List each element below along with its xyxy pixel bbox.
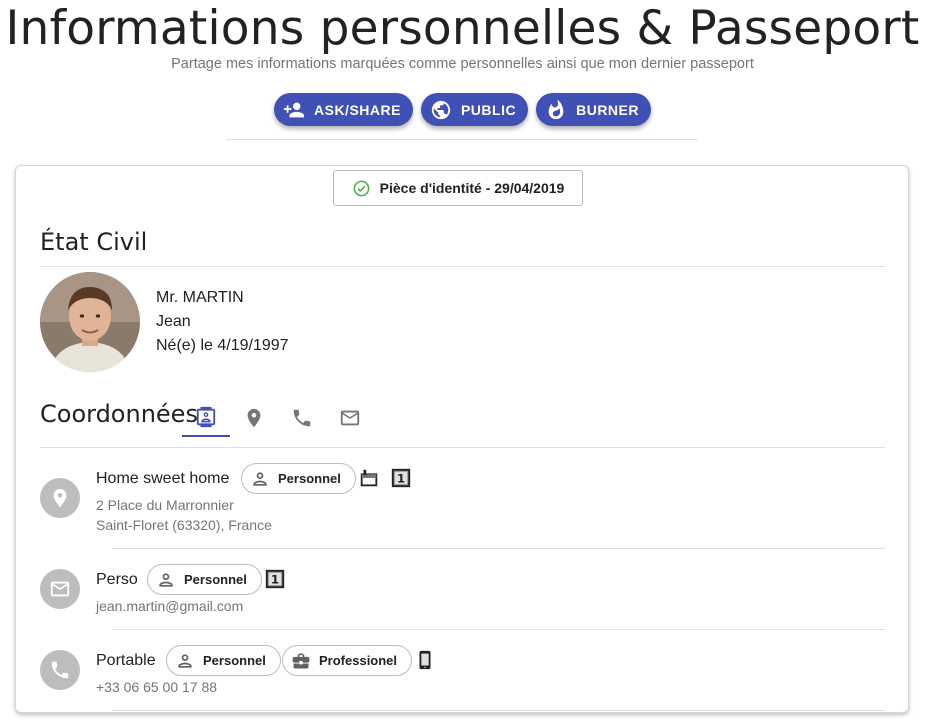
person-add-icon xyxy=(283,102,305,117)
coordonnees-divider xyxy=(40,447,885,448)
identity-first-name: Jean xyxy=(156,313,191,330)
page-title: Informations personnelles & Passeport xyxy=(5,1,920,56)
phone-tag-personnel[interactable]: Personnel xyxy=(166,645,281,676)
person-icon xyxy=(159,572,173,587)
profile-card: Pièce d'identité - 29/04/2019 État Civil… xyxy=(15,165,909,713)
entry-divider xyxy=(112,629,885,630)
tab-contacts[interactable] xyxy=(182,399,230,437)
avatar-photo xyxy=(40,272,140,372)
mail-icon xyxy=(340,410,360,426)
email-value: jean.martin@gmail.com xyxy=(96,598,244,614)
public-button[interactable]: PUBLIC xyxy=(420,93,529,126)
tab-phone[interactable] xyxy=(278,399,326,437)
person-icon xyxy=(253,471,267,486)
contacts-icon xyxy=(196,406,216,428)
entry-divider xyxy=(112,710,885,711)
email-tag-label: Personnel xyxy=(184,572,247,587)
email-entry-icon xyxy=(40,569,80,609)
location-icon xyxy=(247,408,261,428)
phone-title: Portable xyxy=(96,652,156,669)
coordonnees-title: Coordonnées xyxy=(40,400,198,428)
address-entry-icon xyxy=(40,478,80,518)
location-icon xyxy=(53,488,67,508)
entry-divider xyxy=(112,548,885,549)
mail-icon xyxy=(50,581,70,597)
burner-button[interactable]: BURNER xyxy=(536,93,651,126)
check-circle-icon xyxy=(353,180,370,196)
identity-name: Mr. MARTIN xyxy=(156,289,244,306)
tab-mail[interactable] xyxy=(326,399,374,437)
phone-tag1-label: Personnel xyxy=(203,653,266,668)
ask-share-button[interactable]: ASK/SHARE xyxy=(274,93,413,126)
globe-icon xyxy=(431,100,451,119)
address-line-2: Saint-Floret (63320), France xyxy=(96,517,272,533)
email-title: Perso xyxy=(96,571,138,588)
phone-value: +33 06 65 00 17 88 xyxy=(96,679,218,695)
page-subtitle: Partage mes informations marquées comme … xyxy=(171,56,754,72)
id-document-label: Pièce d'identité - 29/04/2019 xyxy=(379,180,565,196)
email-badge-text: 1 xyxy=(271,573,279,587)
burner-label: BURNER xyxy=(576,101,639,118)
id-document-badge[interactable]: Pièce d'identité - 29/04/2019 xyxy=(333,170,583,206)
public-label: PUBLIC xyxy=(460,101,517,118)
ask-share-label: ASK/SHARE xyxy=(314,101,401,118)
phone-tag-professionel[interactable]: Professionel xyxy=(282,645,413,676)
address-line-1: 2 Place du Marronnier xyxy=(96,497,234,513)
action-buttons: ASK/SHARE PUBLIC BURNER xyxy=(0,93,925,126)
address-tag-personnel[interactable]: Personnel xyxy=(241,463,356,494)
address-title: Home sweet home xyxy=(96,470,230,487)
briefcase-icon xyxy=(292,653,310,668)
email-tag-personnel[interactable]: Personnel xyxy=(147,564,262,595)
phone-entry-icon xyxy=(40,650,80,690)
person-icon xyxy=(178,653,192,668)
header-divider xyxy=(226,139,698,140)
phone-tag2-label: Professionel xyxy=(319,653,398,668)
avatar xyxy=(40,272,140,372)
address-tag-label: Personnel xyxy=(278,471,341,486)
phone-icon xyxy=(293,409,311,427)
identity-birth-date: Né(e) le 4/19/1997 xyxy=(156,337,289,354)
tab-location[interactable] xyxy=(230,399,278,437)
fire-icon xyxy=(548,99,564,119)
smartphone-icon xyxy=(419,650,431,670)
etat-civil-title: État Civil xyxy=(40,228,148,256)
number-one-icon: 1 xyxy=(391,468,411,488)
etat-civil-divider xyxy=(40,266,885,267)
mailbox-icon xyxy=(360,469,378,487)
address-badge-text: 1 xyxy=(397,472,405,486)
phone-icon xyxy=(51,661,69,679)
number-one-icon: 1 xyxy=(265,569,285,589)
